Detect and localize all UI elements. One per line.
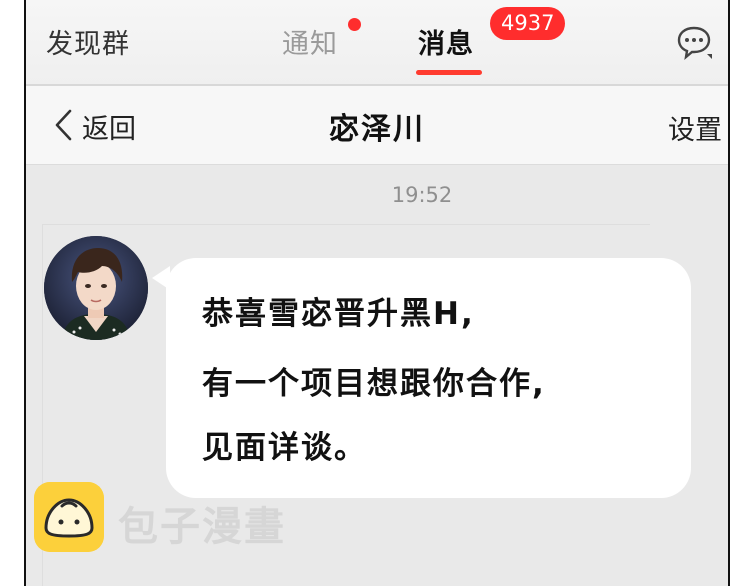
tab-discover-groups[interactable]: 发现群: [46, 22, 130, 61]
frame-border-right: [728, 0, 730, 586]
active-tab-indicator: [416, 70, 482, 75]
tab-messages[interactable]: 消息: [418, 22, 474, 61]
settings-button[interactable]: 设置: [668, 108, 722, 147]
bun-icon: [34, 482, 104, 552]
unread-count-badge: 4937: [490, 7, 566, 40]
message-line: 见面详谈。: [202, 430, 367, 466]
tab-notifications[interactable]: 通知: [282, 22, 338, 61]
divider: [42, 224, 650, 225]
message-line: 有一个项目想跟你合作,: [202, 366, 546, 402]
phone-screen: 发现群 通知 消息 4937 返回 宓泽川 设置 19:52 恭喜雪宓晋升黑H,…: [26, 0, 728, 586]
chat-contact-name: 宓泽川: [329, 112, 425, 147]
top-tab-bar: 发现群 通知 消息 4937: [26, 0, 728, 86]
chat-navigation-bar: 返回 宓泽川 设置: [26, 86, 728, 165]
message-line: 恭喜雪宓晋升黑H,: [202, 296, 475, 332]
watermark: 包子漫畫: [34, 482, 334, 552]
message-timestamp: 19:52: [391, 183, 453, 207]
watermark-text: 包子漫畫: [118, 504, 286, 550]
contact-avatar[interactable]: [44, 236, 148, 340]
chat-bubble-icon[interactable]: [676, 24, 712, 60]
notification-dot: [348, 18, 361, 31]
message-bubble[interactable]: 恭喜雪宓晋升黑H, 有一个项目想跟你合作, 见面详谈。: [166, 258, 691, 498]
